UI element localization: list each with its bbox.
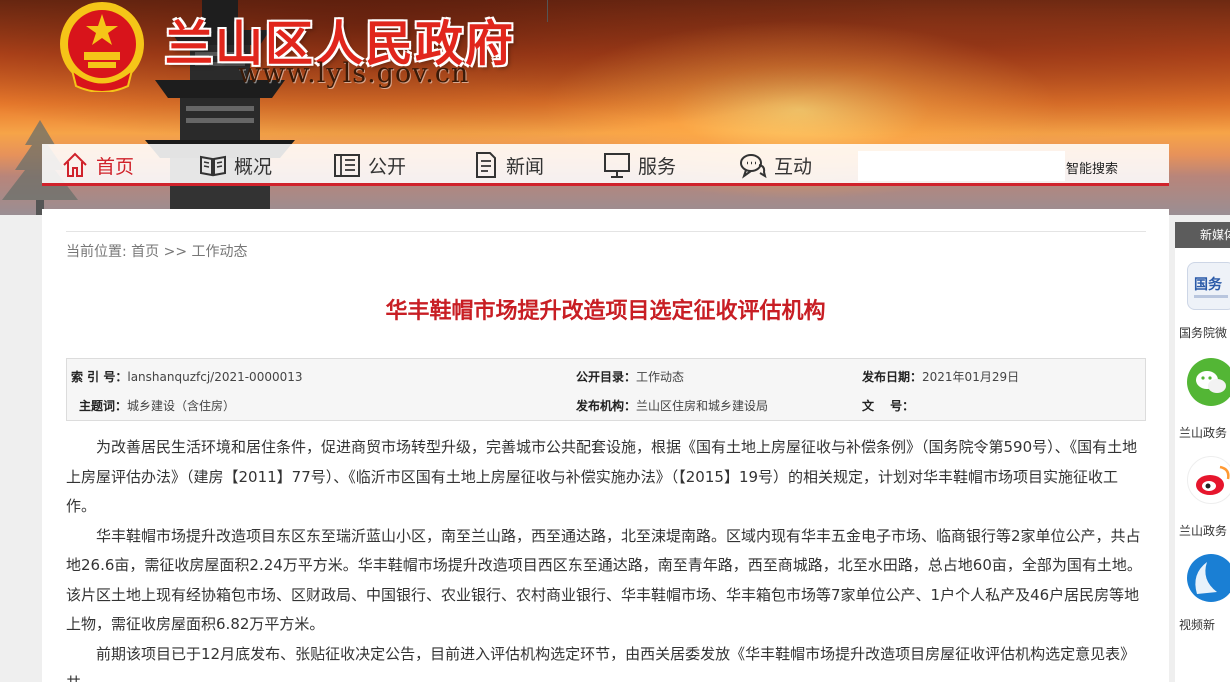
nav-item-service[interactable]: 服务 <box>602 144 676 186</box>
state-council-icon: 国务 <box>1187 262 1230 310</box>
header-divider <box>547 0 548 22</box>
side-item-weibo[interactable]: 兰山政务 <box>1175 452 1230 542</box>
meta-index: 索 引 号：lanshanquzfcj/2021-0000013 <box>71 368 303 385</box>
monitor-icon <box>604 153 630 178</box>
breadcrumb[interactable]: 当前位置: 首页 >> 工作动态 <box>66 241 248 261</box>
weibo-icon <box>1187 456 1230 504</box>
side-item-label: 国务院微 <box>1179 326 1228 340</box>
meta-catalog-value: 工作动态 <box>636 370 685 384</box>
meta-org-label: 发布机构： <box>576 399 637 413</box>
meta-date-value: 2021年01月29日 <box>922 370 1020 384</box>
side-item-label: 视频新 <box>1179 618 1216 632</box>
nav-item-interact[interactable]: 互动 <box>738 144 812 186</box>
meta-org: 发布机构：兰山区住房和城乡建设局 <box>576 397 768 414</box>
card-divider <box>66 231 1146 232</box>
nav-label: 互动 <box>774 155 813 178</box>
article-paragraph: 华丰鞋帽市场提升改造项目东区东至瑞沂蓝山小区，南至兰山路，西至通达路，北至涑堤南… <box>66 526 1142 634</box>
meta-catalog-label: 公开目录： <box>576 370 637 384</box>
meta-topic-value: 城乡建设（含住房） <box>127 399 236 413</box>
meta-index-label: 索 引 号： <box>71 370 128 384</box>
svg-text:国务: 国务 <box>1194 276 1223 293</box>
smart-search-button[interactable]: 智能搜索 <box>1066 158 1118 177</box>
site-url: www.lyls.gov.cn <box>238 58 470 89</box>
meta-topic: 主题词：城乡建设（含住房） <box>79 397 235 414</box>
nav-item-news[interactable]: 新闻 <box>470 144 544 186</box>
meta-topic-label: 主题词： <box>79 399 128 413</box>
article-title: 华丰鞋帽市场提升改造项目选定征收评估机构 <box>385 299 826 324</box>
national-emblem-icon <box>60 2 144 92</box>
content-card: 当前位置: 首页 >> 工作动态 华丰鞋帽市场提升改造项目选定征收评估机构 索 … <box>42 209 1169 682</box>
nav-item-disclosure[interactable]: 公开 <box>332 144 406 186</box>
meta-docno-label: 文 号： <box>862 399 915 413</box>
nav-label: 概况 <box>234 155 273 178</box>
nav-item-overview[interactable]: 概况 <box>198 144 272 186</box>
meta-date-label: 发布日期： <box>862 370 923 384</box>
side-item-state-council[interactable]: 国务 国务院微 <box>1175 256 1230 346</box>
nav-label: 新闻 <box>506 155 545 178</box>
article-body: 为改善居民生活环境和居住条件，促进商贸市场转型升级，完善城市公共配套设施，根据《… <box>66 433 1148 682</box>
article-paragraph: 为改善居民生活环境和居住条件，促进商贸市场转型升级，完善城市公共配套设施，根据《… <box>66 438 1138 515</box>
meta-index-value: lanshanquzfcj/2021-0000013 <box>127 370 303 384</box>
search-input[interactable] <box>858 151 1065 181</box>
side-item-video[interactable]: 视频新 <box>1175 550 1230 640</box>
nav-label: 公开 <box>368 155 407 178</box>
article-paragraph: 前期该项目已于12月底发布、张贴征收决定公告，目前进入评估机构选定环节，由西关居… <box>66 644 1136 682</box>
meta-date: 发布日期：2021年01月29日 <box>862 368 1019 385</box>
new-media-panel: 新媒体 国务 国务院微 兰山政务 兰山政务 视频新 <box>1175 222 1230 682</box>
meta-org-value: 兰山区住房和城乡建设局 <box>636 399 769 413</box>
news-icon <box>476 152 496 178</box>
chat-icon <box>740 154 767 179</box>
side-item-label: 兰山政务 <box>1179 524 1228 538</box>
document-list-icon <box>334 154 360 177</box>
side-item-wechat[interactable]: 兰山政务 <box>1175 354 1230 444</box>
meta-catalog: 公开目录：工作动态 <box>576 368 684 385</box>
main-nav: 首页 概况 公开 新闻 服务 互动 智能搜索 <box>42 144 1169 186</box>
meta-docno: 文 号： <box>862 397 914 414</box>
wechat-icon <box>1187 358 1230 406</box>
video-icon <box>1187 554 1230 602</box>
book-icon <box>200 155 226 177</box>
new-media-header: 新媒体 <box>1175 222 1230 248</box>
nav-label: 服务 <box>638 155 677 178</box>
home-icon <box>63 152 87 177</box>
nav-item-home[interactable]: 首页 <box>60 144 134 186</box>
side-item-label: 兰山政务 <box>1179 426 1228 440</box>
nav-label: 首页 <box>96 155 135 178</box>
article-meta-table: 索 引 号：lanshanquzfcj/2021-0000013 公开目录：工作… <box>66 358 1146 421</box>
